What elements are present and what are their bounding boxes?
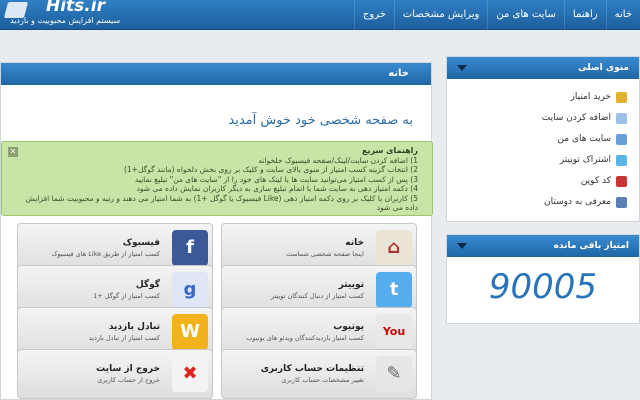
menu-item-twitter-share[interactable]: اشتراک توییتر bbox=[447, 150, 639, 171]
twitter-icon: t bbox=[376, 272, 412, 308]
chevron-down-icon[interactable] bbox=[457, 65, 467, 71]
sidebar-main-menu: منوی اصلی خرید امتیاز اضافه کردن سایت سا… bbox=[446, 56, 640, 222]
tile-title: گوگل bbox=[135, 280, 160, 290]
welcome-title: به صفحه شخصی خود خوش آمدید bbox=[228, 113, 413, 128]
main-panel: خانه به صفحه شخصی خود خوش آمدید ✕ راهنما… bbox=[0, 62, 433, 400]
tile-account-settings[interactable]: ✎ تنظیمات حساب کاربری تغییر مشخصات حساب … bbox=[221, 349, 417, 399]
menu-item-label: اضافه کردن سایت bbox=[541, 113, 611, 123]
main-menu-header[interactable]: منوی اصلی bbox=[447, 57, 639, 79]
tile-title: یوتیوب bbox=[333, 322, 364, 332]
quick-guide-line: 3) پس از کسب امتیاز می‌توانید سایت ها یا… bbox=[134, 174, 418, 184]
menu-item-label: سایت های من bbox=[557, 134, 611, 144]
coins-icon bbox=[616, 92, 627, 103]
quick-guide-line: 1) اضافه کردن سایت/لینک/صفحه فیسبوک خلخو… bbox=[258, 155, 418, 165]
top-bar: Hits.ir سیستم افزایش محبوبیت و بازدید خا… bbox=[0, 0, 640, 30]
house-icon: ⌂ bbox=[376, 230, 412, 266]
twitter-small-icon bbox=[616, 155, 627, 166]
top-nav: خانه راهنما سایت های من ویرایش مشخصات خر… bbox=[353, 0, 640, 30]
wrench-icon: ✎ bbox=[376, 356, 412, 392]
tile-title: فیسبوک bbox=[122, 238, 160, 248]
nav-my-sites[interactable]: سایت های من bbox=[487, 0, 564, 30]
logo-tagline: سیستم افزایش محبوبیت و بازدید bbox=[10, 16, 121, 25]
nav-help[interactable]: راهنما bbox=[563, 0, 606, 30]
coupon-icon bbox=[616, 176, 627, 187]
menu-item-label: کد کوپن bbox=[580, 176, 611, 186]
tile-logout[interactable]: ✖ خروج از سایت خروج از حساب کاربری bbox=[17, 349, 213, 399]
points-title: امتیاز باقی مانده bbox=[553, 241, 629, 251]
logo[interactable]: Hits.ir سیستم افزایش محبوبیت و بازدید bbox=[3, 0, 130, 30]
nav-home[interactable]: خانه bbox=[605, 0, 640, 30]
menu-item-coupon[interactable]: کد کوپن bbox=[447, 171, 639, 192]
menu-item-label: معرفی به دوستان bbox=[544, 197, 611, 207]
quick-guide-box: ✕ راهنمای سریع 1) اضافه کردن سایت/لینک/ص… bbox=[1, 141, 433, 216]
points-header[interactable]: امتیاز باقی مانده bbox=[447, 235, 639, 257]
tile-subtitle: کسب امتیاز از گوگل +1 bbox=[93, 292, 160, 300]
menu-item-label: خرید امتیاز bbox=[570, 92, 611, 102]
exit-icon: ✖ bbox=[172, 356, 208, 392]
logo-text: Hits.ir bbox=[46, 0, 105, 16]
menu-item-add-site[interactable]: اضافه کردن سایت bbox=[447, 108, 639, 129]
youtube-icon: You bbox=[376, 314, 412, 350]
menu-item-my-sites[interactable]: سایت های من bbox=[447, 129, 639, 150]
tile-subtitle: تغییر مشخصات حساب کاربری bbox=[281, 376, 364, 384]
menu-item-label: اشتراک توییتر bbox=[559, 155, 611, 165]
tile-title: خروج از سایت bbox=[96, 364, 160, 374]
sidebar-points: امتیاز باقی مانده 90005 bbox=[446, 234, 640, 324]
points-value: 90005 bbox=[488, 267, 598, 307]
tile-title: خانه bbox=[345, 238, 364, 248]
document-icon bbox=[616, 113, 627, 124]
tile-subtitle: خروج از حساب کاربری bbox=[97, 376, 160, 384]
tile-subtitle: کسب امتیاز از طریق Like های فیسبوک bbox=[51, 250, 160, 258]
main-panel-header: خانه bbox=[1, 63, 431, 85]
quick-guide-title: راهنمای سریع bbox=[362, 146, 418, 155]
quick-guide-line: 4) دکمه امتیاز دهی به سایت شما با اتمام … bbox=[136, 184, 418, 193]
hits-w-icon: W bbox=[172, 314, 208, 350]
sites-icon bbox=[616, 134, 627, 145]
close-icon[interactable]: ✕ bbox=[8, 147, 18, 157]
google-icon: g bbox=[172, 272, 208, 308]
chevron-down-icon[interactable] bbox=[457, 243, 467, 249]
tile-title: توییتر bbox=[338, 280, 364, 290]
facebook-icon: f bbox=[172, 230, 208, 266]
tile-title: تنظیمات حساب کاربری bbox=[260, 364, 364, 374]
quick-guide-line: 2) انتخاب گزینه کسب امتیاز از منوی بالای… bbox=[123, 165, 418, 174]
quick-guide-line: 5) کاربران با کلیک بر روی دکمه امتیاز ده… bbox=[25, 193, 418, 213]
tile-subtitle: کسب امتیاز از دنبال کنندگان توییتر bbox=[270, 292, 364, 300]
menu-item-refer-friends[interactable]: معرفی به دوستان bbox=[447, 192, 639, 213]
user-icon bbox=[616, 197, 627, 208]
tile-subtitle: کسب امتیاز بازدیدکنندگان ویدئو های یوتیو… bbox=[246, 334, 364, 342]
menu-item-buy-points[interactable]: خرید امتیاز bbox=[447, 87, 639, 108]
main-menu-title: منوی اصلی bbox=[578, 63, 629, 73]
tile-subtitle: کسب امتیاز از تبادل بازدید bbox=[88, 334, 160, 342]
nav-edit-profile[interactable]: ویرایش مشخصات bbox=[393, 0, 487, 30]
tile-title: تبادل بازدید bbox=[108, 322, 160, 332]
main-menu-list: خرید امتیاز اضافه کردن سایت سایت های من … bbox=[447, 79, 639, 213]
tile-subtitle: اینجا صفحه شخصی شماست bbox=[285, 250, 364, 258]
nav-logout[interactable]: خروج bbox=[353, 0, 394, 30]
